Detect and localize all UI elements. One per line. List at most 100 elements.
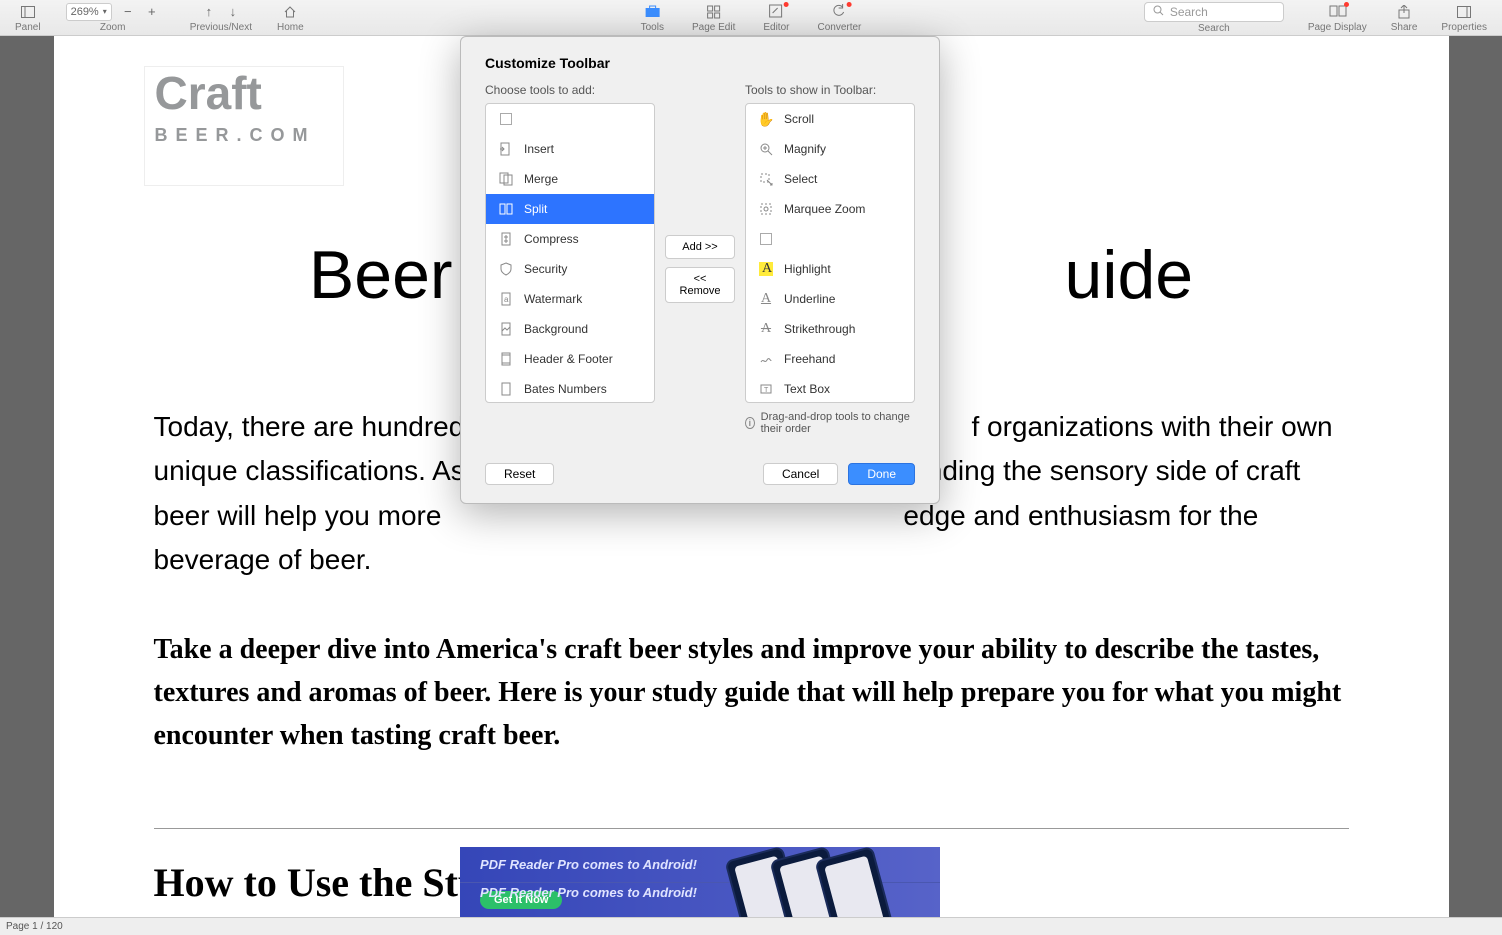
add-button[interactable]: Add >> — [665, 235, 735, 259]
marqueezoom-icon — [758, 201, 774, 217]
compress-icon — [498, 231, 514, 247]
available-tools-label: Choose tools to add: — [485, 83, 655, 97]
transfer-buttons: Add >> << Remove — [665, 83, 735, 435]
list-item-underline[interactable]: A Underline — [746, 284, 914, 314]
pageedit-group[interactable]: Page Edit — [687, 0, 740, 35]
title-right: uide — [1065, 237, 1194, 313]
zoom-select[interactable]: 269% ▾ — [66, 3, 112, 21]
editor-badge — [783, 2, 788, 7]
list-item-watermark[interactable]: a Watermark — [486, 284, 654, 314]
list-item-split[interactable]: Split — [486, 194, 654, 224]
properties-label: Properties — [1441, 22, 1487, 33]
pageedit-icon — [706, 4, 722, 20]
list-item-textbox[interactable]: T Text Box — [746, 374, 914, 402]
panel-group: Panel — [10, 0, 46, 35]
search-placeholder: Search — [1170, 5, 1208, 19]
list-item-magnify[interactable]: Magnify — [746, 134, 914, 164]
list-item-merge[interactable]: Merge — [486, 164, 654, 194]
logo-main: Craft — [155, 67, 262, 119]
headerfooter-icon — [498, 351, 514, 367]
list-item-headerfooter[interactable]: Header & Footer — [486, 344, 654, 374]
search-input[interactable]: Search — [1144, 2, 1284, 22]
available-tools-column: Choose tools to add: Insert Merge — [485, 83, 655, 435]
list-item-blank[interactable] — [486, 104, 654, 134]
info-icon: i — [745, 417, 755, 429]
properties-icon — [1456, 4, 1472, 20]
toolbar-right: Search Search Page Display Share — [1139, 0, 1492, 35]
cancel-button[interactable]: Cancel — [763, 463, 838, 485]
converter-icon — [831, 4, 847, 20]
zoom-out-icon[interactable]: − — [120, 4, 136, 20]
batesnumbers-icon — [498, 381, 514, 397]
list-item-blank2[interactable] — [746, 224, 914, 254]
remove-button[interactable]: << Remove — [665, 267, 735, 303]
prevnext-label: Previous/Next — [190, 22, 252, 33]
list-item-compress[interactable]: Compress — [486, 224, 654, 254]
home-label: Home — [277, 22, 304, 33]
background-icon — [498, 321, 514, 337]
list-item-batesnumbers[interactable]: Bates Numbers — [486, 374, 654, 402]
prevnext-group: ↑ ↓ Previous/Next — [185, 0, 257, 35]
list-item-select[interactable]: Select — [746, 164, 914, 194]
tools-icon — [644, 4, 660, 20]
zoom-in-icon[interactable]: + — [144, 4, 160, 20]
document-paragraph-2: Take a deeper dive into America's craft … — [154, 628, 1349, 758]
editor-label: Editor — [763, 22, 789, 33]
pagedisplay-icon — [1329, 4, 1345, 20]
list-item-highlight[interactable]: A Highlight — [746, 254, 914, 284]
next-icon[interactable]: ↓ — [225, 4, 241, 20]
blank-icon — [498, 111, 514, 127]
ad-text-1: PDF Reader Pro comes to Android! — [480, 857, 697, 872]
ad-text-2: PDF Reader Pro comes to Android! — [480, 885, 697, 900]
current-tools-listbox[interactable]: ✋ Scroll Magnify Select Marquee Zoom — [745, 103, 915, 403]
merge-icon — [498, 171, 514, 187]
share-icon — [1396, 4, 1412, 20]
freehand-icon — [758, 351, 774, 367]
page-indicator: Page 1 / 120 — [6, 921, 63, 932]
home-icon[interactable] — [282, 4, 298, 20]
logo-sub: BEER.COM — [155, 125, 316, 145]
list-item-scroll[interactable]: ✋ Scroll — [746, 104, 914, 134]
zoom-value: 269% — [71, 6, 99, 18]
properties-group[interactable]: Properties — [1436, 0, 1492, 35]
list-item-freehand[interactable]: Freehand — [746, 344, 914, 374]
list-item-strikethrough[interactable]: A Strikethrough — [746, 314, 914, 344]
share-group[interactable]: Share — [1386, 0, 1423, 35]
list-item-security[interactable]: Security — [486, 254, 654, 284]
tools-group[interactable]: Tools — [636, 0, 669, 35]
hint-text: Drag-and-drop tools to change their orde… — [761, 411, 915, 435]
done-button[interactable]: Done — [848, 463, 915, 485]
pagedisplay-group[interactable]: Page Display — [1303, 0, 1372, 35]
shield-icon — [498, 261, 514, 277]
reset-button[interactable]: Reset — [485, 463, 554, 485]
search-label: Search — [1198, 23, 1230, 34]
panel-label: Panel — [15, 22, 41, 33]
available-tools-listbox[interactable]: Insert Merge Split Compress — [485, 103, 655, 403]
converter-badge — [846, 2, 851, 7]
editor-icon — [768, 4, 784, 20]
watermark-icon: a — [498, 291, 514, 307]
current-tools-label: Tools to show in Toolbar: — [745, 83, 915, 97]
editor-group[interactable]: Editor — [758, 0, 794, 35]
svg-text:a: a — [504, 295, 509, 304]
search-group: Search Search — [1139, 0, 1289, 35]
panel-icon[interactable] — [20, 4, 36, 20]
status-bar: Page 1 / 120 — [0, 917, 1502, 935]
list-item-background[interactable]: Background — [486, 314, 654, 344]
prev-icon[interactable]: ↑ — [201, 4, 217, 20]
craftbeer-logo: Craft BEER.COM — [144, 66, 344, 186]
converter-group[interactable]: Converter — [812, 0, 866, 35]
list-item-insert[interactable]: Insert — [486, 134, 654, 164]
ad-banner[interactable]: PDF Reader Pro comes to Android! Get It … — [460, 847, 940, 917]
pagedisplay-label: Page Display — [1308, 22, 1367, 33]
magnify-icon — [758, 141, 774, 157]
title-left: Beer — [309, 237, 453, 313]
ad-phones-decoration — [750, 852, 940, 912]
hint-row: i Drag-and-drop tools to change their or… — [745, 411, 915, 435]
home-group: Home — [272, 0, 309, 35]
list-item-marqueezoom[interactable]: Marquee Zoom — [746, 194, 914, 224]
main-toolbar: Panel 269% ▾ − + Zoom ↑ ↓ Previous/Next … — [0, 0, 1502, 36]
search-icon — [1153, 5, 1164, 19]
current-tools-column: Tools to show in Toolbar: ✋ Scroll Magni… — [745, 83, 915, 435]
dialog-footer: Reset Cancel Done — [485, 463, 915, 485]
